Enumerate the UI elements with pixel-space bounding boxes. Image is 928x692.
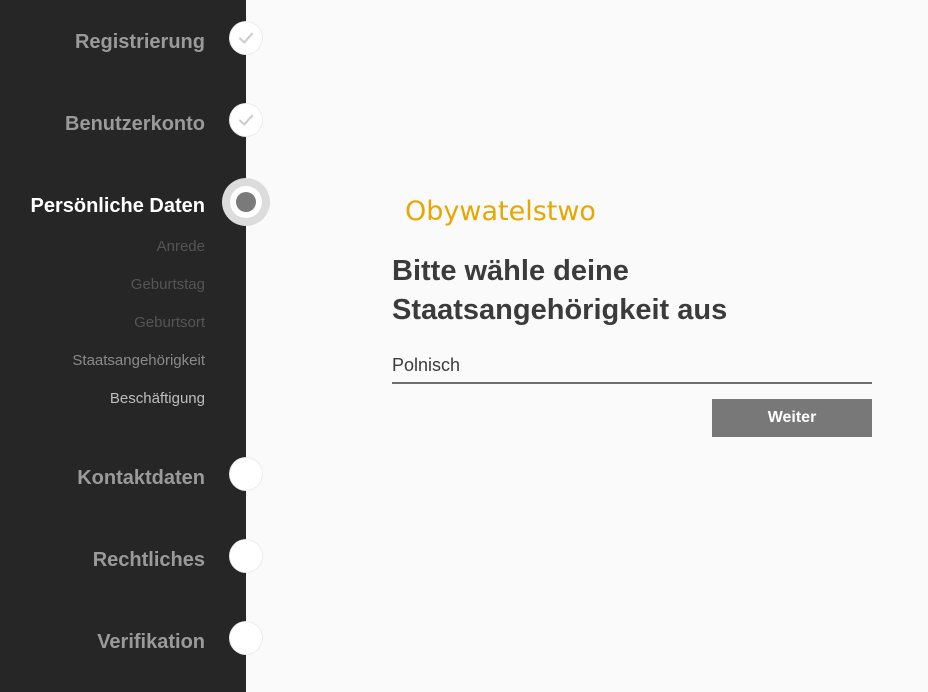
step-label-verifikation[interactable]: Verifikation xyxy=(97,630,205,654)
step-label-registrierung[interactable]: Registrierung xyxy=(75,30,205,54)
step-pending-icon xyxy=(230,540,262,572)
substep-beschaeftigung[interactable]: Beschäftigung xyxy=(110,390,205,408)
step-label-persoenliche-daten[interactable]: Persönliche Daten xyxy=(30,194,205,218)
nationality-input[interactable] xyxy=(392,350,872,380)
step-label-kontaktdaten[interactable]: Kontaktdaten xyxy=(77,466,205,490)
registration-app: Registrierung Benutzerkonto Persönliche … xyxy=(0,0,928,692)
step-active-icon xyxy=(222,178,270,226)
step-done-icon xyxy=(230,104,262,136)
step-done-icon xyxy=(230,22,262,54)
substep-geburtsort[interactable]: Geburtsort xyxy=(134,314,205,332)
substep-staatsangehoerigkeit[interactable]: Staatsangehörigkeit xyxy=(72,352,205,370)
main-panel xyxy=(246,0,928,692)
nationality-field[interactable] xyxy=(392,350,872,384)
progress-sidebar xyxy=(0,0,246,692)
substep-geburtstag[interactable]: Geburtstag xyxy=(131,276,205,294)
substep-anrede[interactable]: Anrede xyxy=(157,238,205,256)
step-label-benutzerkonto[interactable]: Benutzerkonto xyxy=(65,112,205,136)
translation-overlay-label: Obywatelstwo xyxy=(405,196,596,227)
step-label-rechtliches[interactable]: Rechtliches xyxy=(93,548,205,572)
step-pending-icon xyxy=(230,622,262,654)
step-pending-icon xyxy=(230,458,262,490)
question-line-2: Staatsangehörigkeit aus xyxy=(392,294,728,326)
question-line-1: Bitte wähle deine xyxy=(392,255,629,287)
question-heading: Bitte wähle deine Staatsangehörigkeit au… xyxy=(392,252,872,330)
next-button[interactable]: Weiter xyxy=(712,399,872,437)
